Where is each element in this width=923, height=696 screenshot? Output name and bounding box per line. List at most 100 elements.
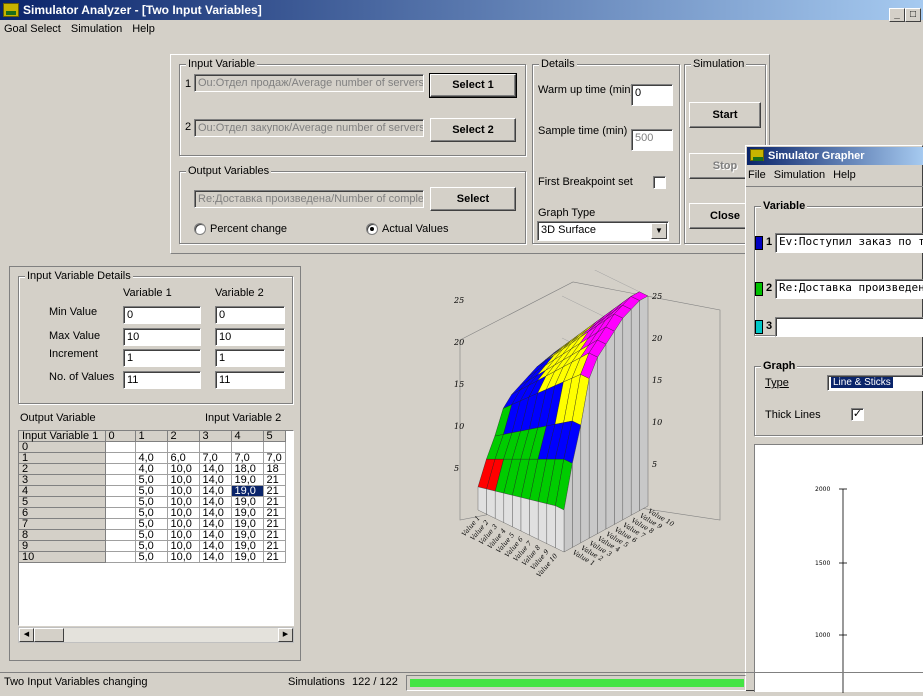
grid-cell[interactable] (105, 441, 136, 454)
variable-2-color-swatch[interactable] (755, 282, 763, 296)
grapher-type-select[interactable]: Line & Sticks (827, 375, 923, 391)
grid-cell[interactable]: 10,0 (167, 496, 200, 509)
grid-cell[interactable]: 7,0 (199, 452, 232, 465)
grid-cell[interactable] (105, 452, 136, 465)
grid-column-header[interactable]: 2 (167, 431, 200, 443)
grapher-menu-help[interactable]: Help (833, 169, 856, 181)
grid-cell[interactable]: 21 (263, 529, 286, 542)
grid-row-header[interactable]: 9 (19, 540, 106, 553)
output-grid[interactable]: Input Variable 1 0 1 2 3 4 5 0 1 4,0 6,0 7,0 7,0 7,0 2… (18, 430, 294, 626)
chevron-down-icon[interactable]: ▼ (651, 223, 667, 239)
grapher-window[interactable]: Simulator Grapher File Simulation Help Var… (745, 145, 923, 693)
input-variable-1-field[interactable]: Ou:Отдел продаж/Average number of server… (194, 74, 424, 92)
grid-cell[interactable]: 5,0 (135, 496, 168, 509)
grid-cell[interactable]: 18 (263, 463, 286, 476)
grid-cell[interactable] (105, 551, 136, 564)
select-1-button[interactable]: Select 1 (429, 73, 517, 98)
variable-1-color-swatch[interactable] (755, 236, 763, 250)
grid-cell[interactable]: 5,0 (135, 540, 168, 553)
grid-cell[interactable] (105, 496, 136, 509)
input-variable-2-field[interactable]: Ou:Отдел закупок/Average number of serve… (194, 119, 424, 137)
grid-cell[interactable] (167, 441, 200, 454)
scroll-left-icon[interactable]: ◀ (19, 628, 34, 642)
actual-values-radio[interactable] (366, 223, 378, 235)
breakpoint-checkbox[interactable] (653, 176, 666, 189)
max-value-var2[interactable]: 10 (215, 328, 285, 346)
grid-cell[interactable]: 14,0 (199, 540, 232, 553)
grid-cell[interactable]: 5,0 (135, 485, 168, 498)
grid-row-header[interactable]: 4 (19, 485, 106, 498)
grapher-variable-3-field[interactable] (775, 317, 923, 337)
grid-row-header[interactable]: 3 (19, 474, 106, 487)
max-value-var1[interactable]: 10 (123, 328, 201, 346)
grid-cell[interactable]: 14,0 (199, 474, 232, 487)
grid-column-header[interactable]: Input Variable 1 (19, 431, 106, 443)
grid-cell[interactable] (135, 441, 168, 454)
grid-cell[interactable]: 19,0 (231, 496, 264, 509)
grid-cell[interactable]: 4,0 (135, 452, 168, 465)
grid-column-header[interactable]: 3 (199, 431, 232, 443)
grid-cell[interactable]: 10,0 (167, 507, 200, 520)
grid-cell[interactable]: 5,0 (135, 507, 168, 520)
increment-var2[interactable]: 1 (215, 349, 285, 367)
grid-cell[interactable] (105, 474, 136, 487)
grid-row-header[interactable]: 6 (19, 507, 106, 520)
warmup-input[interactable]: 0 (631, 84, 673, 106)
grid-row-header[interactable]: 1 (19, 452, 106, 465)
grid-column-header[interactable]: 1 (135, 431, 168, 443)
grapher-variable-1-field[interactable]: Ev:Поступил заказ по тел (775, 233, 923, 253)
menu-goal-select[interactable]: Goal Select (4, 23, 61, 35)
grid-cell[interactable]: 21 (263, 474, 286, 487)
sample-time-input[interactable]: 500 (631, 129, 673, 151)
grid-cell[interactable] (199, 441, 232, 454)
horizontal-scrollbar[interactable]: ◀ ▶ (18, 627, 294, 643)
grapher-menu-simulation[interactable]: Simulation (774, 169, 825, 181)
grid-cell[interactable]: 21 (263, 485, 286, 498)
grapher-menu-file[interactable]: File (748, 169, 766, 181)
grid-cell[interactable]: 19,0 (231, 540, 264, 553)
grid-cell[interactable]: 14,0 (199, 507, 232, 520)
grid-cell[interactable] (231, 441, 264, 454)
grid-cell[interactable]: 5,0 (135, 518, 168, 531)
grid-row-header[interactable]: 7 (19, 518, 106, 531)
output-variable-field[interactable]: Re:Доставка произведена/Number of comple… (194, 190, 424, 208)
grid-cell[interactable] (105, 540, 136, 553)
grid-cell[interactable]: 10,0 (167, 529, 200, 542)
graph-type-select[interactable]: 3D Surface ▼ (537, 221, 669, 241)
percent-change-radio[interactable] (194, 223, 206, 235)
start-button[interactable]: Start (689, 102, 761, 128)
grid-cell[interactable]: 5,0 (135, 529, 168, 542)
thick-lines-checkbox[interactable]: ✓ (851, 408, 864, 421)
min-value-var1[interactable]: 0 (123, 306, 201, 324)
grid-cell[interactable]: 21 (263, 551, 286, 564)
grid-cell[interactable]: 5,0 (135, 474, 168, 487)
grid-cell[interactable]: 19,0 (231, 529, 264, 542)
grid-cell[interactable]: 19,0 (231, 485, 264, 498)
window-title-bar[interactable]: Simulator Analyzer - [Two Input Variable… (0, 0, 923, 22)
grid-cell[interactable]: 19,0 (231, 551, 264, 564)
grid-cell[interactable] (263, 441, 286, 454)
grid-column-header[interactable]: 5 (263, 431, 286, 443)
grid-cell[interactable]: 5,0 (135, 551, 168, 564)
menu-simulation[interactable]: Simulation (71, 23, 122, 35)
grid-cell[interactable] (105, 463, 136, 476)
no-of-values-var2[interactable]: 11 (215, 371, 285, 389)
grid-cell[interactable] (105, 507, 136, 520)
grid-cell[interactable]: 14,0 (199, 529, 232, 542)
grid-cell[interactable] (105, 529, 136, 542)
grid-row-header[interactable]: 8 (19, 529, 106, 542)
grid-row-header[interactable]: 0 (19, 441, 106, 454)
grid-cell[interactable]: 19,0 (231, 507, 264, 520)
grid-cell[interactable]: 14,0 (199, 463, 232, 476)
grid-row-header[interactable]: 5 (19, 496, 106, 509)
grid-row-header[interactable]: 10 (19, 551, 106, 564)
grid-cell[interactable]: 18,0 (231, 463, 264, 476)
menu-help[interactable]: Help (132, 23, 155, 35)
grid-cell[interactable]: 21 (263, 507, 286, 520)
grid-cell[interactable]: 19,0 (231, 474, 264, 487)
grid-cell[interactable]: 10,0 (167, 518, 200, 531)
grid-cell[interactable] (105, 485, 136, 498)
no-of-values-var1[interactable]: 11 (123, 371, 201, 389)
increment-var1[interactable]: 1 (123, 349, 201, 367)
grid-cell[interactable]: 7,0 (231, 452, 264, 465)
